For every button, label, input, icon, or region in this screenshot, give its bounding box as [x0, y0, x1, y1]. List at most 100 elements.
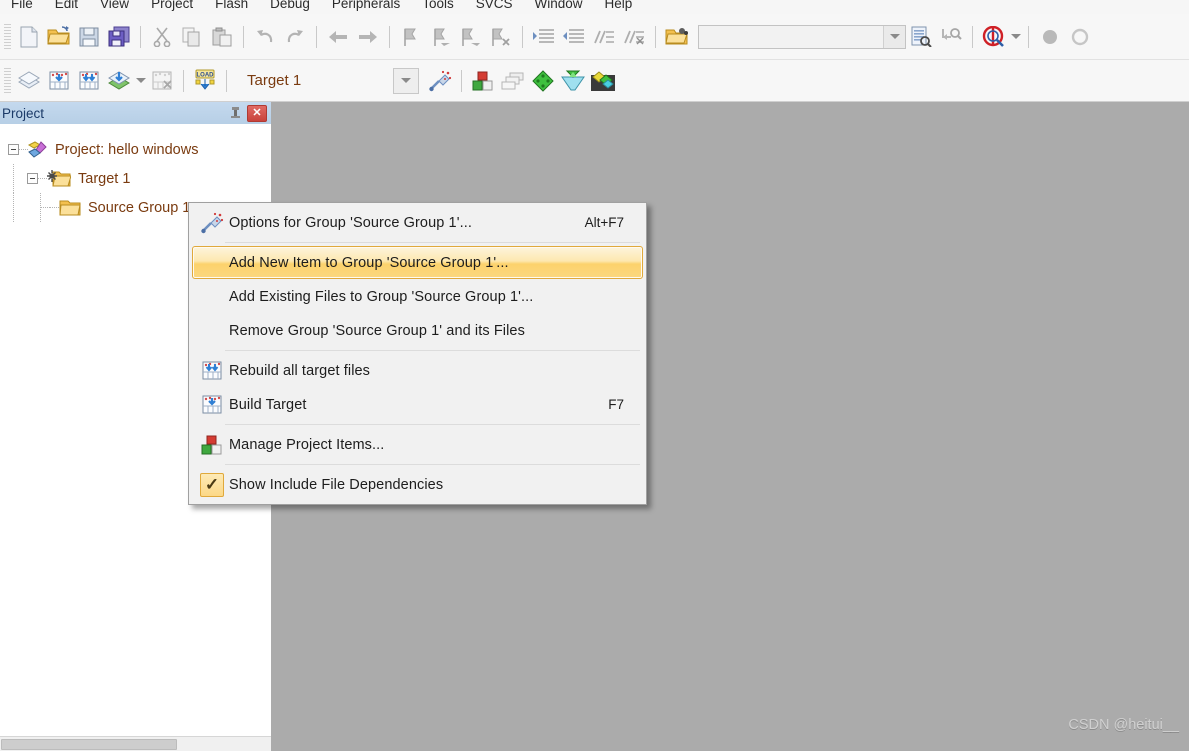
application-window: File Edit View Project Flash Debug Perip… — [0, 0, 1189, 751]
menu-project[interactable]: Project — [140, 0, 204, 14]
context-menu-item-add-existing-files[interactable]: Add Existing Files to Group 'Source Grou… — [192, 280, 643, 313]
expander-collapse-icon[interactable] — [27, 173, 38, 184]
project-icon — [28, 140, 47, 158]
context-menu-item-label: Add New Item to Group 'Source Group 1'..… — [229, 254, 509, 271]
debug-session-icon[interactable] — [979, 22, 1009, 52]
tree-connector — [50, 207, 59, 208]
incremental-find-icon[interactable] — [936, 22, 966, 52]
paste-icon[interactable] — [207, 22, 237, 52]
build-target-icon — [195, 391, 229, 419]
menu-debug[interactable]: Debug — [259, 0, 321, 14]
checked-box-icon[interactable]: ✓ — [195, 471, 229, 499]
save-all-icon[interactable] — [104, 22, 134, 52]
menu-help[interactable]: Help — [594, 0, 644, 14]
svg-text:LOAD: LOAD — [197, 72, 215, 78]
bookmark-next-icon[interactable] — [456, 22, 486, 52]
toolbar-grip[interactable] — [4, 67, 11, 94]
batch-build-caret-icon[interactable] — [134, 66, 147, 96]
comment-icon[interactable] — [589, 22, 619, 52]
context-menu-item-label: Options for Group 'Source Group 1'... — [229, 214, 472, 231]
pack-installer-icon[interactable] — [558, 66, 588, 96]
menu-tools[interactable]: Tools — [411, 0, 465, 14]
toolbar-grip[interactable] — [4, 23, 11, 50]
multi-project-icon[interactable] — [498, 66, 528, 96]
find-input[interactable] — [699, 25, 883, 48]
menu-view[interactable]: View — [89, 0, 140, 14]
rebuild-all-icon[interactable] — [74, 66, 104, 96]
build-toolbar: LOAD Target 1 — [0, 60, 1189, 102]
target-folder-icon — [47, 170, 71, 187]
context-menu-item-build-target[interactable]: Build Target F7 — [192, 388, 643, 421]
context-menu-item-label: Add Existing Files to Group 'Source Grou… — [229, 288, 534, 305]
menu-peripherals[interactable]: Peripherals — [321, 0, 411, 14]
project-panel-title: Project — [2, 105, 45, 121]
breakpoint-disable-icon[interactable] — [1065, 22, 1095, 52]
context-menu-item-accel: F7 — [608, 397, 624, 412]
copy-icon[interactable] — [177, 22, 207, 52]
toolbar-separator — [316, 25, 317, 48]
menu-edit[interactable]: Edit — [44, 0, 89, 14]
download-to-flash-icon[interactable]: LOAD — [190, 66, 220, 96]
active-target-label: Target 1 — [247, 72, 302, 89]
tree-item-label: Project: hello windows — [55, 141, 199, 158]
find-in-files-icon[interactable] — [906, 22, 936, 52]
cut-icon[interactable] — [147, 22, 177, 52]
indent-right-icon[interactable] — [529, 22, 559, 52]
bookmark-prev-icon[interactable] — [426, 22, 456, 52]
watermark-text: CSDN @heitui__ — [1068, 717, 1179, 733]
pack-manager-icon[interactable] — [588, 66, 618, 96]
context-menu-item-label: Rebuild all target files — [229, 362, 371, 379]
close-icon[interactable]: ✕ — [247, 104, 267, 122]
new-file-icon[interactable] — [14, 22, 44, 52]
batch-build-icon[interactable] — [104, 66, 134, 96]
expander-collapse-icon[interactable] — [8, 144, 19, 155]
context-menu-item-options-for-group[interactable]: Options for Group 'Source Group 1'... Al… — [192, 206, 643, 239]
indent-left-icon[interactable] — [559, 22, 589, 52]
target-options-icon[interactable] — [425, 66, 455, 96]
breakpoint-icon[interactable] — [1035, 22, 1065, 52]
tree-connector — [41, 207, 50, 208]
project-tree-hscrollbar[interactable] — [0, 736, 271, 751]
uncomment-icon[interactable] — [619, 22, 649, 52]
menu-flash[interactable]: Flash — [204, 0, 259, 14]
manage-project-items-icon[interactable] — [468, 66, 498, 96]
chevron-down-icon[interactable] — [883, 25, 905, 48]
toolbar-separator — [522, 25, 523, 48]
scrollbar-thumb[interactable] — [1, 739, 177, 750]
menu-file[interactable]: File — [0, 0, 44, 14]
tree-connector — [19, 149, 28, 150]
tree-item-project[interactable]: Project: hello windows — [0, 135, 271, 164]
context-menu-item-remove-group[interactable]: Remove Group 'Source Group 1' and its Fi… — [192, 314, 643, 347]
bookmark-clear-icon[interactable] — [486, 22, 516, 52]
menu-bar: File Edit View Project Flash Debug Perip… — [0, 0, 1189, 14]
target-select[interactable] — [393, 67, 420, 94]
context-menu-item-rebuild-all[interactable]: Rebuild all target files — [192, 354, 643, 387]
menu-svcs[interactable]: SVCS — [465, 0, 524, 14]
translate-file-icon[interactable] — [14, 66, 44, 96]
debug-dropdown-caret-icon[interactable] — [1009, 22, 1022, 52]
redo-icon[interactable] — [280, 22, 310, 52]
context-menu-item-label: Manage Project Items... — [229, 436, 385, 453]
open-folder-browse-icon[interactable] — [662, 22, 692, 52]
main-toolbar — [0, 14, 1189, 60]
navigate-forward-icon[interactable] — [353, 22, 383, 52]
context-menu-item-manage-project-items[interactable]: Manage Project Items... — [192, 428, 643, 461]
bookmark-toggle-icon[interactable] — [396, 22, 426, 52]
stop-build-icon[interactable] — [147, 66, 177, 96]
components-icon[interactable] — [528, 66, 558, 96]
pin-icon[interactable] — [225, 104, 245, 122]
open-file-icon[interactable] — [44, 22, 74, 52]
context-menu-separator — [225, 464, 640, 465]
tree-item-target[interactable]: Target 1 — [0, 164, 271, 193]
project-panel-titlebar: Project ✕ — [0, 102, 271, 124]
undo-icon[interactable] — [250, 22, 280, 52]
build-target-icon[interactable] — [44, 66, 74, 96]
menu-window[interactable]: Window — [523, 0, 593, 14]
context-menu-item-add-new-item[interactable]: Add New Item to Group 'Source Group 1'..… — [192, 246, 643, 279]
context-menu-item-show-include-dependencies[interactable]: ✓ Show Include File Dependencies — [192, 468, 643, 501]
chevron-down-icon[interactable] — [401, 78, 412, 83]
save-icon[interactable] — [74, 22, 104, 52]
find-combo[interactable] — [698, 24, 906, 49]
navigate-back-icon[interactable] — [323, 22, 353, 52]
context-menu-item-label: Build Target — [229, 396, 307, 413]
